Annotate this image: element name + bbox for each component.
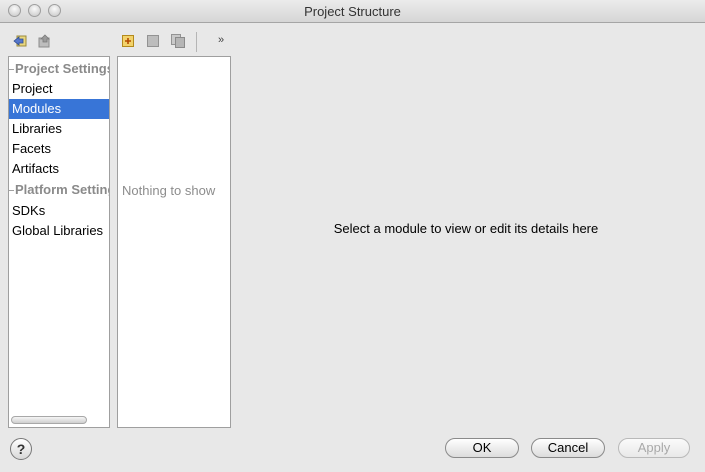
back-icon[interactable]	[13, 34, 27, 48]
settings-sidebar: Project Settings Project Modules Librari…	[8, 56, 110, 428]
details-placeholder: Select a module to view or edit its deta…	[333, 221, 599, 236]
copy-icon[interactable]	[171, 34, 185, 48]
cancel-button[interactable]: Cancel	[531, 438, 605, 458]
sidebar-item-modules[interactable]: Modules	[9, 99, 109, 119]
empty-list-text: Nothing to show	[122, 183, 216, 198]
add-icon[interactable]	[122, 35, 136, 49]
sidebar-item-sdks[interactable]: SDKs	[12, 201, 45, 221]
apply-button[interactable]: Apply	[618, 438, 690, 458]
remove-icon[interactable]	[147, 35, 161, 49]
toolbar-separator	[196, 32, 197, 52]
sidebar-item-global-libraries[interactable]: Global Libraries	[12, 221, 103, 241]
modules-list[interactable]: Nothing to show	[117, 56, 231, 428]
sidebar-item-facets[interactable]: Facets	[12, 139, 51, 159]
window-title: Project Structure	[304, 4, 401, 19]
ok-button[interactable]: OK	[445, 438, 519, 458]
title-bar: Project Structure	[0, 0, 705, 23]
forward-icon[interactable]	[38, 34, 52, 48]
help-button[interactable]: ?	[10, 438, 32, 460]
sidebar-item-libraries[interactable]: Libraries	[12, 119, 62, 139]
more-actions-button[interactable]: »	[218, 34, 224, 46]
horizontal-scrollbar[interactable]	[11, 416, 87, 424]
sidebar-item-artifacts[interactable]: Artifacts	[12, 159, 59, 179]
group-project-settings: Project Settings	[9, 59, 109, 79]
group-platform-settings: Platform Settings	[9, 180, 109, 200]
sidebar-item-project[interactable]: Project	[12, 79, 52, 99]
